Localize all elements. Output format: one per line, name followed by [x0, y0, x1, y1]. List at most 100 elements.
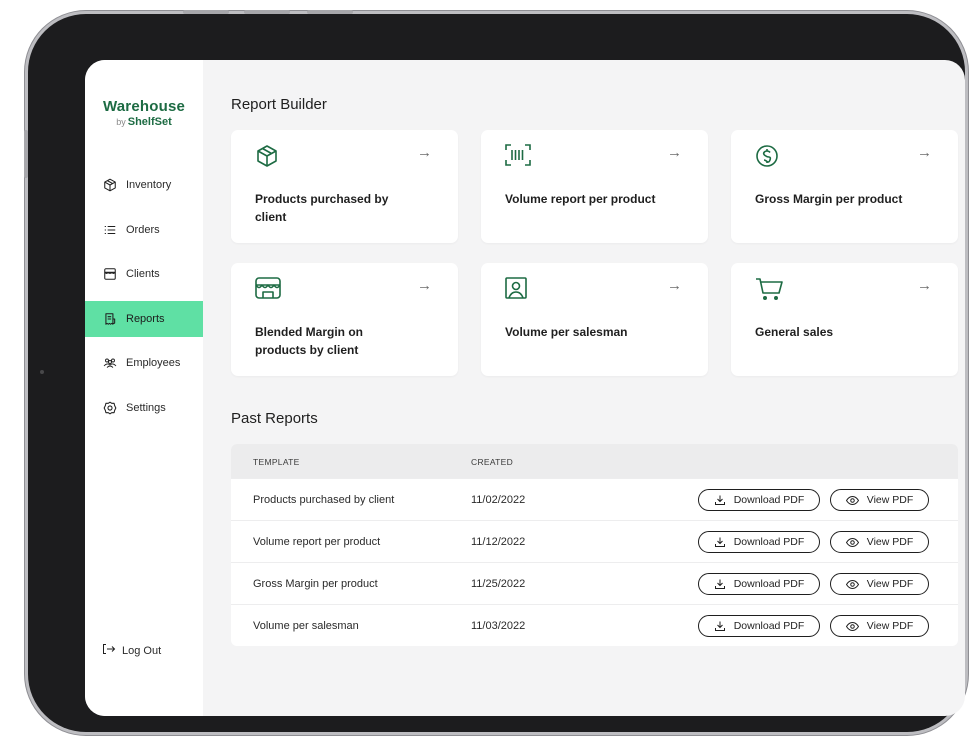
download-pdf-label: Download PDF	[733, 578, 805, 590]
report-card-label: General sales	[755, 325, 834, 339]
report-card-label: Volume per salesman	[505, 325, 628, 339]
download-icon	[714, 578, 726, 590]
report-card-label: Volume report per product	[505, 192, 656, 206]
gear-icon	[103, 401, 117, 415]
brand-subtitle: by ShelfSet	[85, 116, 203, 128]
view-pdf-label: View PDF	[866, 620, 914, 632]
report-card-gross-margin[interactable]: → Gross Margin per product	[731, 130, 958, 243]
main-content: Report Builder → Products purchased by c…	[231, 60, 961, 716]
arrow-right-icon: →	[667, 144, 682, 161]
side-button	[24, 130, 28, 178]
logout-button[interactable]: Log Out	[102, 643, 161, 658]
table-row: Volume per salesman 11/03/2022 Download …	[231, 604, 958, 646]
sidebar-item-clients[interactable]: Clients	[85, 256, 203, 292]
sidebar-item-inventory[interactable]: Inventory	[85, 167, 203, 203]
row-created: 11/02/2022	[471, 494, 526, 506]
box-icon	[255, 144, 279, 168]
volume-button	[244, 10, 290, 14]
power-button	[307, 10, 353, 14]
download-icon	[714, 620, 726, 632]
box-icon	[103, 178, 117, 192]
report-card-products-by-client[interactable]: → Products purchased by client	[231, 130, 458, 243]
view-pdf-button[interactable]: View PDF	[830, 531, 929, 553]
report-card-blended-margin[interactable]: → Blended Margin on products by client	[231, 263, 458, 376]
store-icon	[255, 277, 281, 301]
view-pdf-label: View PDF	[866, 578, 914, 590]
eye-icon	[845, 495, 859, 506]
arrow-right-icon: →	[917, 144, 932, 161]
sidebar-nav: Inventory Orders Clients Reports Employe…	[85, 167, 203, 435]
view-pdf-label: View PDF	[866, 536, 914, 548]
column-header-template: TEMPLATE	[253, 457, 300, 467]
row-template: Volume report per product	[253, 536, 381, 548]
table-row: Volume report per product 11/12/2022 Dow…	[231, 520, 958, 562]
arrow-right-icon: →	[417, 144, 432, 161]
download-pdf-label: Download PDF	[733, 536, 805, 548]
download-pdf-label: Download PDF	[733, 494, 805, 506]
download-pdf-button[interactable]: Download PDF	[698, 615, 820, 637]
receipt-icon	[103, 312, 117, 326]
app-screen: Warehouse by ShelfSet Inventory Orders C…	[85, 60, 965, 716]
barcode-icon	[505, 144, 531, 168]
brand-by: by	[116, 117, 126, 127]
sidebar-item-label: Inventory	[126, 179, 172, 191]
eye-icon	[845, 579, 859, 590]
arrow-right-icon: →	[417, 277, 432, 294]
row-created: 11/03/2022	[471, 620, 526, 632]
eye-icon	[845, 537, 859, 548]
view-pdf-button[interactable]: View PDF	[830, 615, 929, 637]
row-template: Gross Margin per product	[253, 578, 378, 590]
report-card-general-sales[interactable]: → General sales	[731, 263, 958, 376]
camera-dot	[40, 370, 44, 374]
view-pdf-button[interactable]: View PDF	[830, 573, 929, 595]
sidebar: Warehouse by ShelfSet Inventory Orders C…	[85, 60, 203, 716]
download-pdf-button[interactable]: Download PDF	[698, 531, 820, 553]
dollar-icon	[755, 144, 779, 168]
report-card-label: Blended Margin on products by client	[255, 325, 363, 357]
sidebar-item-label: Employees	[126, 357, 181, 370]
sidebar-item-employees[interactable]: Employees	[85, 345, 203, 381]
store-icon	[103, 267, 117, 281]
report-builder-title: Report Builder	[231, 96, 327, 113]
view-pdf-label: View PDF	[866, 494, 914, 506]
row-template: Products purchased by client	[253, 494, 395, 506]
sidebar-item-orders[interactable]: Orders	[85, 212, 203, 248]
download-icon	[714, 494, 726, 506]
download-pdf-button[interactable]: Download PDF	[698, 489, 820, 511]
sidebar-item-reports[interactable]: Reports	[85, 300, 203, 337]
list-icon	[103, 223, 117, 237]
eye-icon	[845, 621, 859, 632]
sidebar-item-label: Clients	[126, 268, 160, 281]
table-row: Gross Margin per product 11/25/2022 Down…	[231, 562, 958, 604]
brand-logo: Warehouse by ShelfSet	[85, 98, 203, 128]
row-created: 11/12/2022	[471, 536, 526, 548]
report-card-volume-per-product[interactable]: → Volume report per product	[481, 130, 708, 243]
sidebar-item-settings[interactable]: Settings	[85, 390, 203, 426]
table-header: TEMPLATE CREATED	[231, 444, 958, 478]
download-icon	[714, 536, 726, 548]
person-icon	[505, 277, 529, 301]
past-reports-title: Past Reports	[231, 410, 318, 427]
cart-icon	[755, 277, 783, 301]
logout-icon	[102, 643, 116, 658]
arrow-right-icon: →	[667, 277, 682, 294]
sidebar-item-label: Reports	[126, 312, 165, 325]
download-pdf-button[interactable]: Download PDF	[698, 573, 820, 595]
brand-sub-name: ShelfSet	[127, 116, 172, 128]
column-header-created: CREATED	[471, 457, 514, 467]
view-pdf-button[interactable]: View PDF	[830, 489, 929, 511]
past-reports-table: TEMPLATE CREATED Products purchased by c…	[231, 444, 958, 646]
brand-name: Warehouse	[102, 98, 186, 115]
table-row: Products purchased by client 11/02/2022 …	[231, 478, 958, 520]
row-created: 11/25/2022	[471, 578, 526, 590]
report-card-label: Gross Margin per product	[755, 192, 903, 206]
row-template: Volume per salesman	[253, 620, 359, 632]
download-pdf-label: Download PDF	[733, 620, 805, 632]
logout-label: Log Out	[122, 644, 162, 657]
report-card-label: Products purchased by client	[255, 192, 389, 224]
people-icon	[103, 356, 117, 370]
volume-button	[183, 10, 229, 14]
tablet-frame: Warehouse by ShelfSet Inventory Orders C…	[28, 14, 965, 732]
arrow-right-icon: →	[917, 277, 932, 294]
report-card-volume-per-salesman[interactable]: → Volume per salesman	[481, 263, 708, 376]
